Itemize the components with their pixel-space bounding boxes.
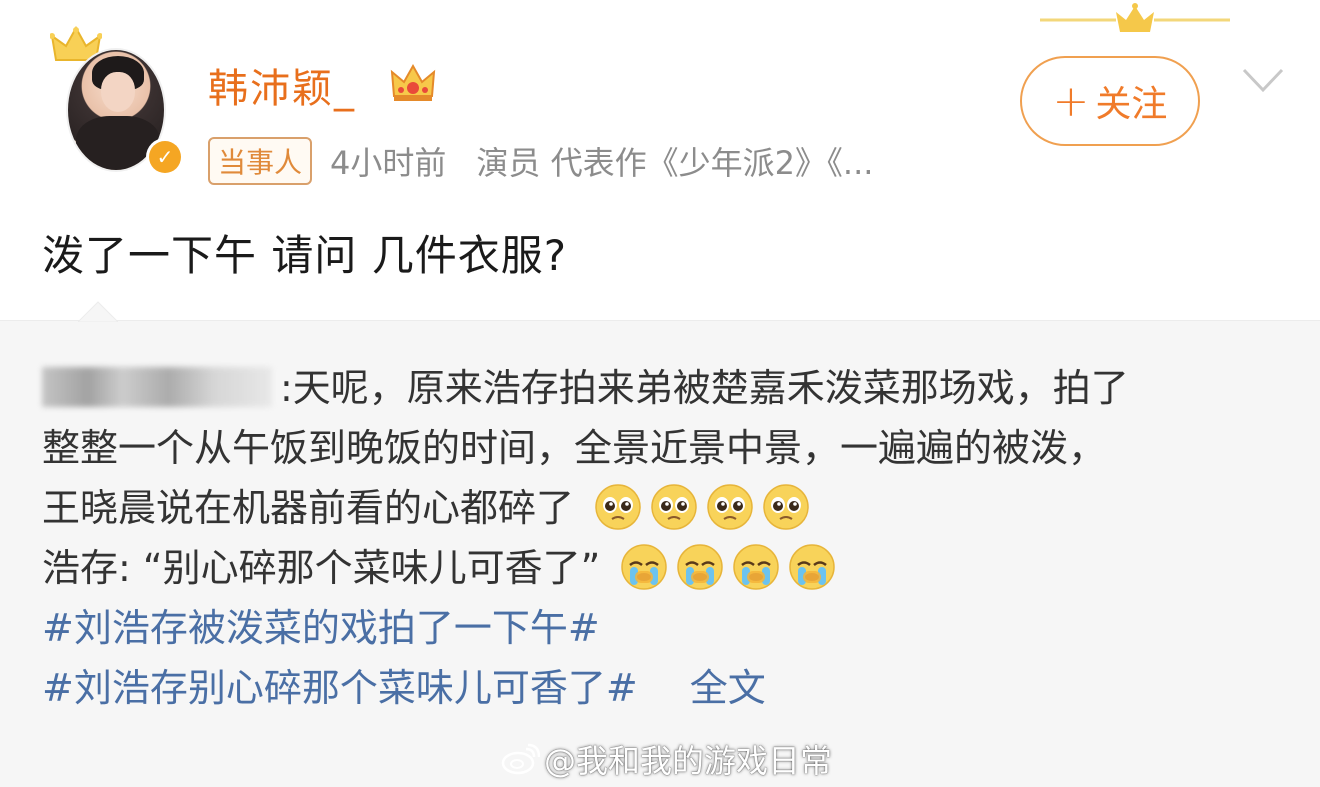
weibo-logo-icon [501, 743, 540, 775]
repost-line: :天呢，原来浩存拍来弟被楚嘉禾泼菜那场戏，拍了 [42, 358, 1302, 418]
repost-line: 王晓晨说在机器前看的心都碎了 [42, 478, 1302, 538]
repost-notch [78, 301, 118, 322]
status-badge: 当事人 [208, 137, 313, 185]
weibo-post-card: ✓ 韩沛颖_ 当事人 4小时前 演员 代表作《少年派2》《... + 关注 泼了… [0, 0, 1320, 320]
follow-label: 关注 [1095, 84, 1168, 125]
crying-face-emoji-icon [621, 544, 668, 590]
crying-face-emoji-icon [733, 544, 780, 590]
post-text: 泼了一下午 请问 几件衣服? [42, 231, 567, 280]
follow-button[interactable]: + 关注 [1020, 56, 1200, 146]
hashtag-link[interactable]: #刘浩存被泼菜的戏拍了一下午# [42, 606, 600, 650]
full-text-link[interactable]: 全文 [690, 666, 766, 710]
watermark-text: @我和我的游戏日常 [544, 742, 833, 780]
pleading-face-emoji-icon [595, 484, 641, 530]
repost-line3-text: 王晓晨说在机器前看的心都碎了 [42, 486, 575, 530]
pleading-face-emoji-icon [763, 484, 809, 530]
crown-icon [390, 63, 436, 101]
repost-line4-text: 浩存: “别心碎那个菜味儿可香了” [42, 546, 601, 590]
repost-line: 整整一个从午饭到晚饭的时间，全景近景中景，一遍遍的被泼， [42, 418, 1302, 478]
repost-line: 浩存: “别心碎那个菜味儿可香了” [42, 538, 1302, 598]
repost-line2-text: 整整一个从午饭到晚饭的时间，全景近景中景，一遍遍的被泼， [42, 426, 1107, 470]
avatar-container[interactable]: ✓ [50, 26, 184, 176]
post-meta: 当事人 4小时前 演员 代表作《少年派2》《... [208, 137, 874, 185]
repost-line: #刘浩存别心碎那个菜味儿可香了# 全文 [42, 658, 1302, 718]
pleading-face-emoji-icon [707, 484, 753, 530]
plus-icon: + [1052, 75, 1090, 127]
repost-line: #刘浩存被泼菜的戏拍了一下午# [42, 598, 1302, 658]
watermark: @我和我的游戏日常 [500, 736, 832, 782]
verified-badge-icon: ✓ [146, 138, 184, 176]
crying-face-emoji-icon [677, 544, 724, 590]
repost-body: :天呢，原来浩存拍来弟被楚嘉禾泼菜那场戏，拍了 整整一个从午饭到晚饭的时间，全景… [42, 358, 1302, 718]
chevron-down-icon[interactable] [1238, 60, 1288, 100]
hashtag-link[interactable]: #刘浩存别心碎那个菜味儿可香了# [42, 666, 638, 710]
crown-decoration-icon [1040, 3, 1230, 32]
username[interactable]: 韩沛颖_ [208, 56, 356, 114]
user-bio: 演员 代表作《少年派2》《... [476, 144, 874, 182]
post-time: 4小时前 [330, 144, 447, 182]
crying-face-emoji-icon [789, 544, 836, 590]
pleading-face-emoji-icon [651, 484, 697, 530]
blurred-username[interactable] [42, 367, 272, 407]
repost-line1-text: :天呢，原来浩存拍来弟被楚嘉禾泼菜那场戏，拍了 [280, 366, 1129, 410]
